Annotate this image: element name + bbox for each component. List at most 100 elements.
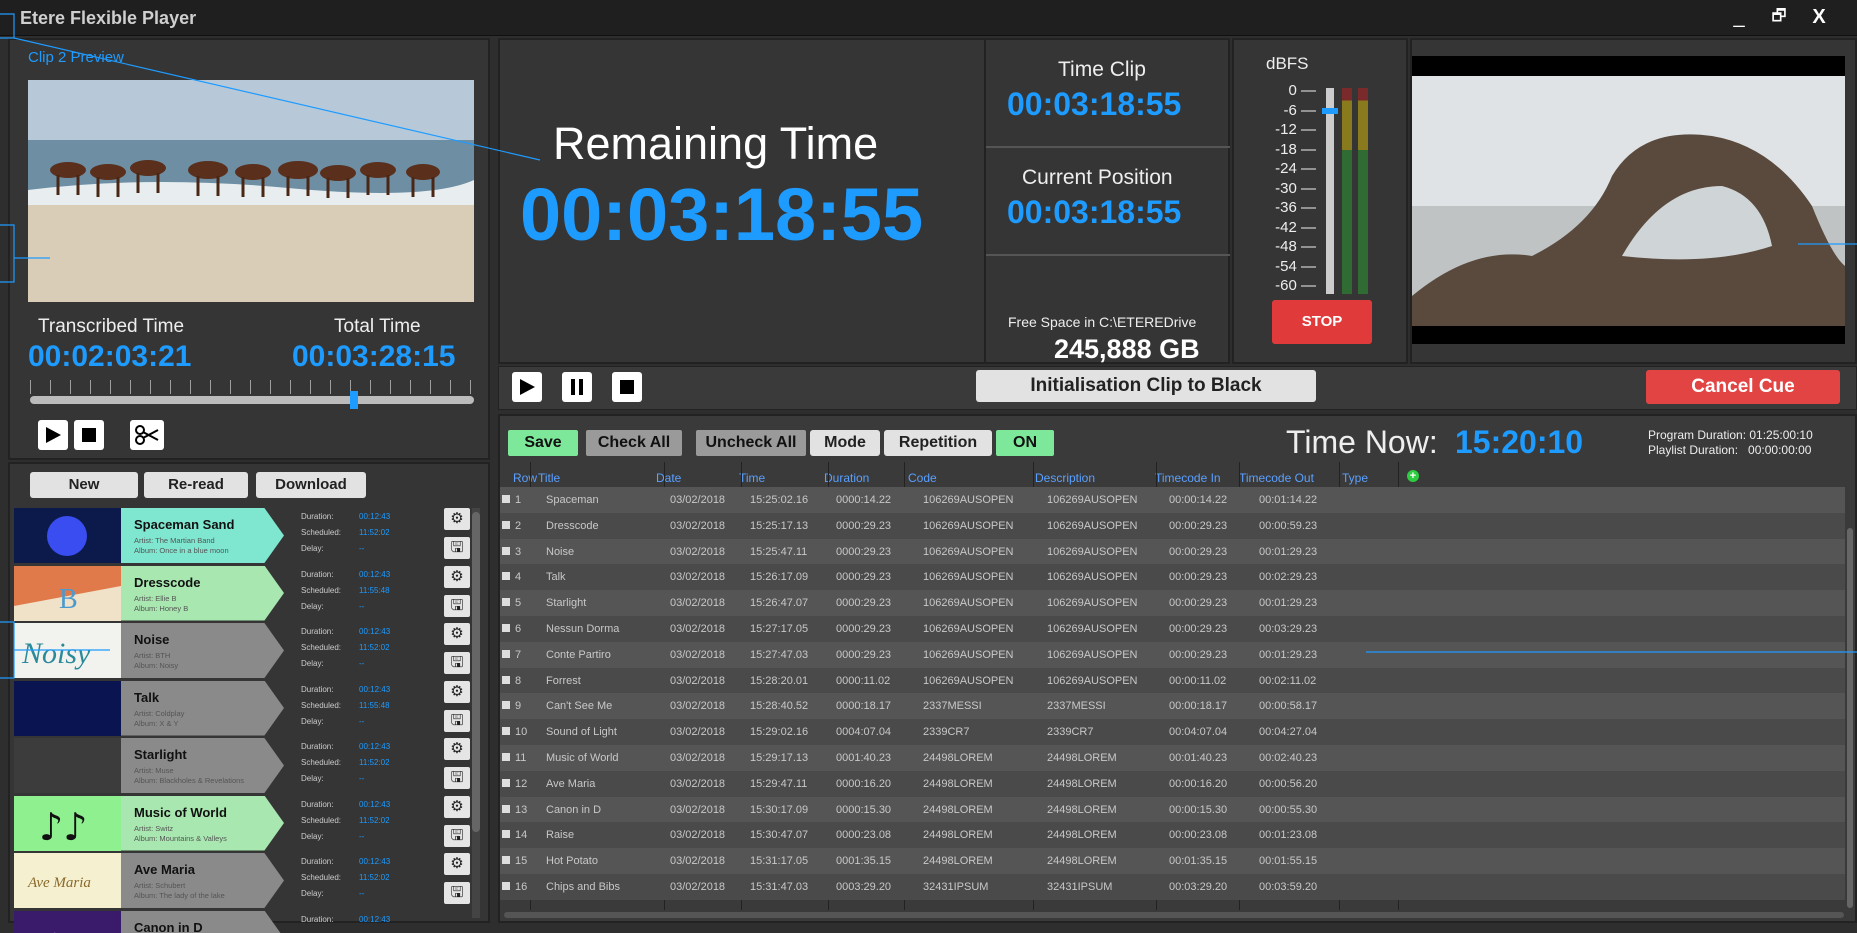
table-row[interactable]: 16 Chips and Bibs 03/02/2018 15:31:47.03 000…: [500, 874, 1845, 900]
table-cell: 2339CR7: [1047, 726, 1094, 739]
row-checkbox[interactable]: [502, 830, 510, 839]
scheduled-value: 11:52:02: [359, 528, 390, 537]
repetition-on-toggle[interactable]: ON: [996, 430, 1054, 456]
save-icon[interactable]: 🖫: [444, 709, 470, 732]
table-row[interactable]: 3 Noise 03/02/2018 15:25:47.11 0000:29.23 106…: [500, 538, 1845, 565]
row-checkbox[interactable]: [502, 701, 510, 710]
meter-fader-track[interactable]: [1326, 88, 1334, 294]
playlist-item[interactable]: Spaceman Sand Artist: The Martian Band A…: [14, 508, 470, 563]
playlist-scrollbar[interactable]: [472, 508, 480, 918]
repetition-button[interactable]: Repetition: [884, 430, 992, 456]
preview-play-button[interactable]: [38, 420, 68, 450]
save-button[interactable]: Save: [508, 430, 578, 456]
row-checkbox[interactable]: [502, 546, 510, 555]
gear-icon[interactable]: ⚙: [444, 508, 470, 530]
grid-horizontal-scrollbar[interactable]: [504, 912, 1844, 918]
column-header[interactable]: Type: [1342, 471, 1368, 485]
column-header[interactable]: Duration: [824, 471, 869, 485]
table-cell: 00:00:11.02: [1169, 674, 1227, 687]
timeline-track[interactable]: [30, 396, 474, 404]
playlist-item[interactable]: Noisy Noise Artist: BTH Album: Noisy Dur…: [14, 623, 470, 678]
row-checkbox[interactable]: [502, 598, 510, 607]
preview-stop-button[interactable]: [74, 420, 104, 450]
playlist-item[interactable]: Ave Maria Ave Maria Artist: Schubert Alb…: [14, 853, 470, 908]
column-header[interactable]: Title: [538, 471, 560, 485]
row-checkbox[interactable]: [502, 753, 510, 761]
table-row[interactable]: 15 Hot Potato 03/02/2018 15:31:17.05 0001:35…: [500, 848, 1845, 875]
table-row[interactable]: 9 Can't See Me 03/02/2018 15:28:40.52 0000:1…: [500, 693, 1845, 720]
play-button[interactable]: [512, 372, 542, 402]
download-button[interactable]: Download: [256, 472, 366, 498]
row-checkbox[interactable]: [502, 727, 510, 736]
playlist-item[interactable]: ✶ Canon in D Duration: 00:12:43 ⚙ 🖫: [14, 910, 419, 933]
table-row[interactable]: 6 Nessun Dorma 03/02/2018 15:27:17.05 0000:2…: [500, 616, 1845, 642]
svg-text:Noisy: Noisy: [21, 637, 91, 670]
row-checkbox[interactable]: [502, 649, 510, 658]
grid-scrollbar[interactable]: [1847, 528, 1853, 908]
save-icon[interactable]: 🖫: [444, 652, 470, 674]
close-button[interactable]: X: [1804, 4, 1834, 30]
gear-icon[interactable]: ⚙: [444, 565, 470, 588]
stop-button[interactable]: STOP: [1272, 300, 1372, 344]
playlist-item[interactable]: Talk Artist: Coldplay Album: X & Y Durat…: [14, 680, 470, 736]
table-row[interactable]: 11 Music of World 03/02/2018 15:29:17.13 000…: [500, 745, 1845, 771]
save-icon[interactable]: 🖫: [444, 767, 470, 789]
column-header[interactable]: Row: [513, 471, 537, 485]
playlist-item[interactable]: B Dresscode Artist: Ellie B Album: Honey…: [14, 565, 470, 621]
playlist-item[interactable]: Starlight Artist: Muse Album: Blackholes…: [14, 738, 470, 793]
column-header[interactable]: Timecode In: [1155, 471, 1221, 485]
save-icon[interactable]: 🖫: [444, 594, 470, 617]
gear-icon[interactable]: ⚙: [444, 795, 470, 818]
gear-icon[interactable]: ⚙: [444, 680, 470, 703]
table-row[interactable]: 7 Conte Partiro 03/02/2018 15:27:47.03 0000:…: [500, 641, 1845, 668]
cancel-cue-button[interactable]: Cancel Cue: [1646, 370, 1840, 404]
table-row[interactable]: 5 Starlight 03/02/2018 15:26:47.07 0000:29.2…: [500, 590, 1845, 617]
row-checkbox[interactable]: [502, 675, 510, 684]
row-checkbox[interactable]: [502, 856, 510, 865]
save-icon[interactable]: 🖫: [444, 824, 470, 847]
column-header[interactable]: Description: [1035, 471, 1095, 485]
row-checkbox[interactable]: [502, 572, 510, 581]
reread-button[interactable]: Re-read: [144, 472, 248, 498]
init-clip-black-button[interactable]: Initialisation Clip to Black: [976, 370, 1316, 402]
save-icon[interactable]: 🖫: [444, 537, 470, 559]
table-row[interactable]: 12 Ave Maria 03/02/2018 15:29:47.11 0000:16.…: [500, 770, 1845, 797]
timeline-scrubber[interactable]: [349, 391, 358, 409]
save-icon[interactable]: 🖫: [444, 882, 470, 904]
table-cell: 2: [515, 519, 522, 532]
table-row[interactable]: 8 Forrest 03/02/2018 15:28:20.01 0000:11.02 1…: [500, 667, 1845, 694]
meter-fader-knob[interactable]: [1322, 108, 1338, 114]
column-header[interactable]: Code: [908, 471, 937, 485]
table-row[interactable]: 14 Raise 03/02/2018 15:30:47.07 0000:23.08 24…: [500, 822, 1845, 849]
restore-button[interactable]: 🗗: [1764, 4, 1794, 30]
stop-transport-button[interactable]: [612, 372, 642, 402]
table-row[interactable]: 4 Talk 03/02/2018 15:26:17.09 0000:29.23 1062…: [500, 564, 1845, 591]
column-header[interactable]: Date: [656, 471, 681, 485]
preview-cut-button[interactable]: [130, 420, 164, 450]
row-checkbox[interactable]: [502, 882, 510, 890]
mode-button[interactable]: Mode: [810, 430, 880, 456]
table-row[interactable]: 13 Canon in D 03/02/2018 15:30:17.09 0000:15…: [500, 796, 1845, 823]
add-column-icon[interactable]: +: [1407, 470, 1419, 482]
table-row[interactable]: 1 Spaceman 03/02/2018 15:25:02.16 0000:14.22…: [500, 487, 1845, 513]
pause-button[interactable]: [562, 372, 592, 402]
table-row[interactable]: 10 Sound of Light 03/02/2018 15:29:02.16 000…: [500, 719, 1845, 746]
row-checkbox[interactable]: [502, 520, 510, 529]
duration-label: Duration:: [301, 799, 334, 809]
check-all-button[interactable]: Check All: [586, 430, 682, 456]
row-checkbox[interactable]: [502, 624, 510, 632]
gear-icon[interactable]: ⚙: [444, 623, 470, 645]
gear-icon[interactable]: ⚙: [444, 853, 470, 875]
row-checkbox[interactable]: [502, 778, 510, 787]
table-cell: 15:31:47.03: [750, 881, 809, 893]
row-checkbox[interactable]: [502, 804, 510, 813]
playlist-item[interactable]: ♪♪ Music of World Artist: Switz Album: M…: [14, 795, 470, 851]
row-checkbox[interactable]: [502, 495, 510, 503]
uncheck-all-button[interactable]: Uncheck All: [696, 430, 806, 456]
gear-icon[interactable]: ⚙: [444, 738, 470, 760]
table-row[interactable]: 2 Dresscode 03/02/2018 15:25:17.13 0000:29.2…: [500, 512, 1845, 539]
column-header[interactable]: Time: [739, 471, 765, 485]
new-button[interactable]: New: [30, 472, 138, 498]
column-header[interactable]: Timecode Out: [1239, 471, 1314, 485]
minimize-button[interactable]: _: [1724, 4, 1754, 30]
